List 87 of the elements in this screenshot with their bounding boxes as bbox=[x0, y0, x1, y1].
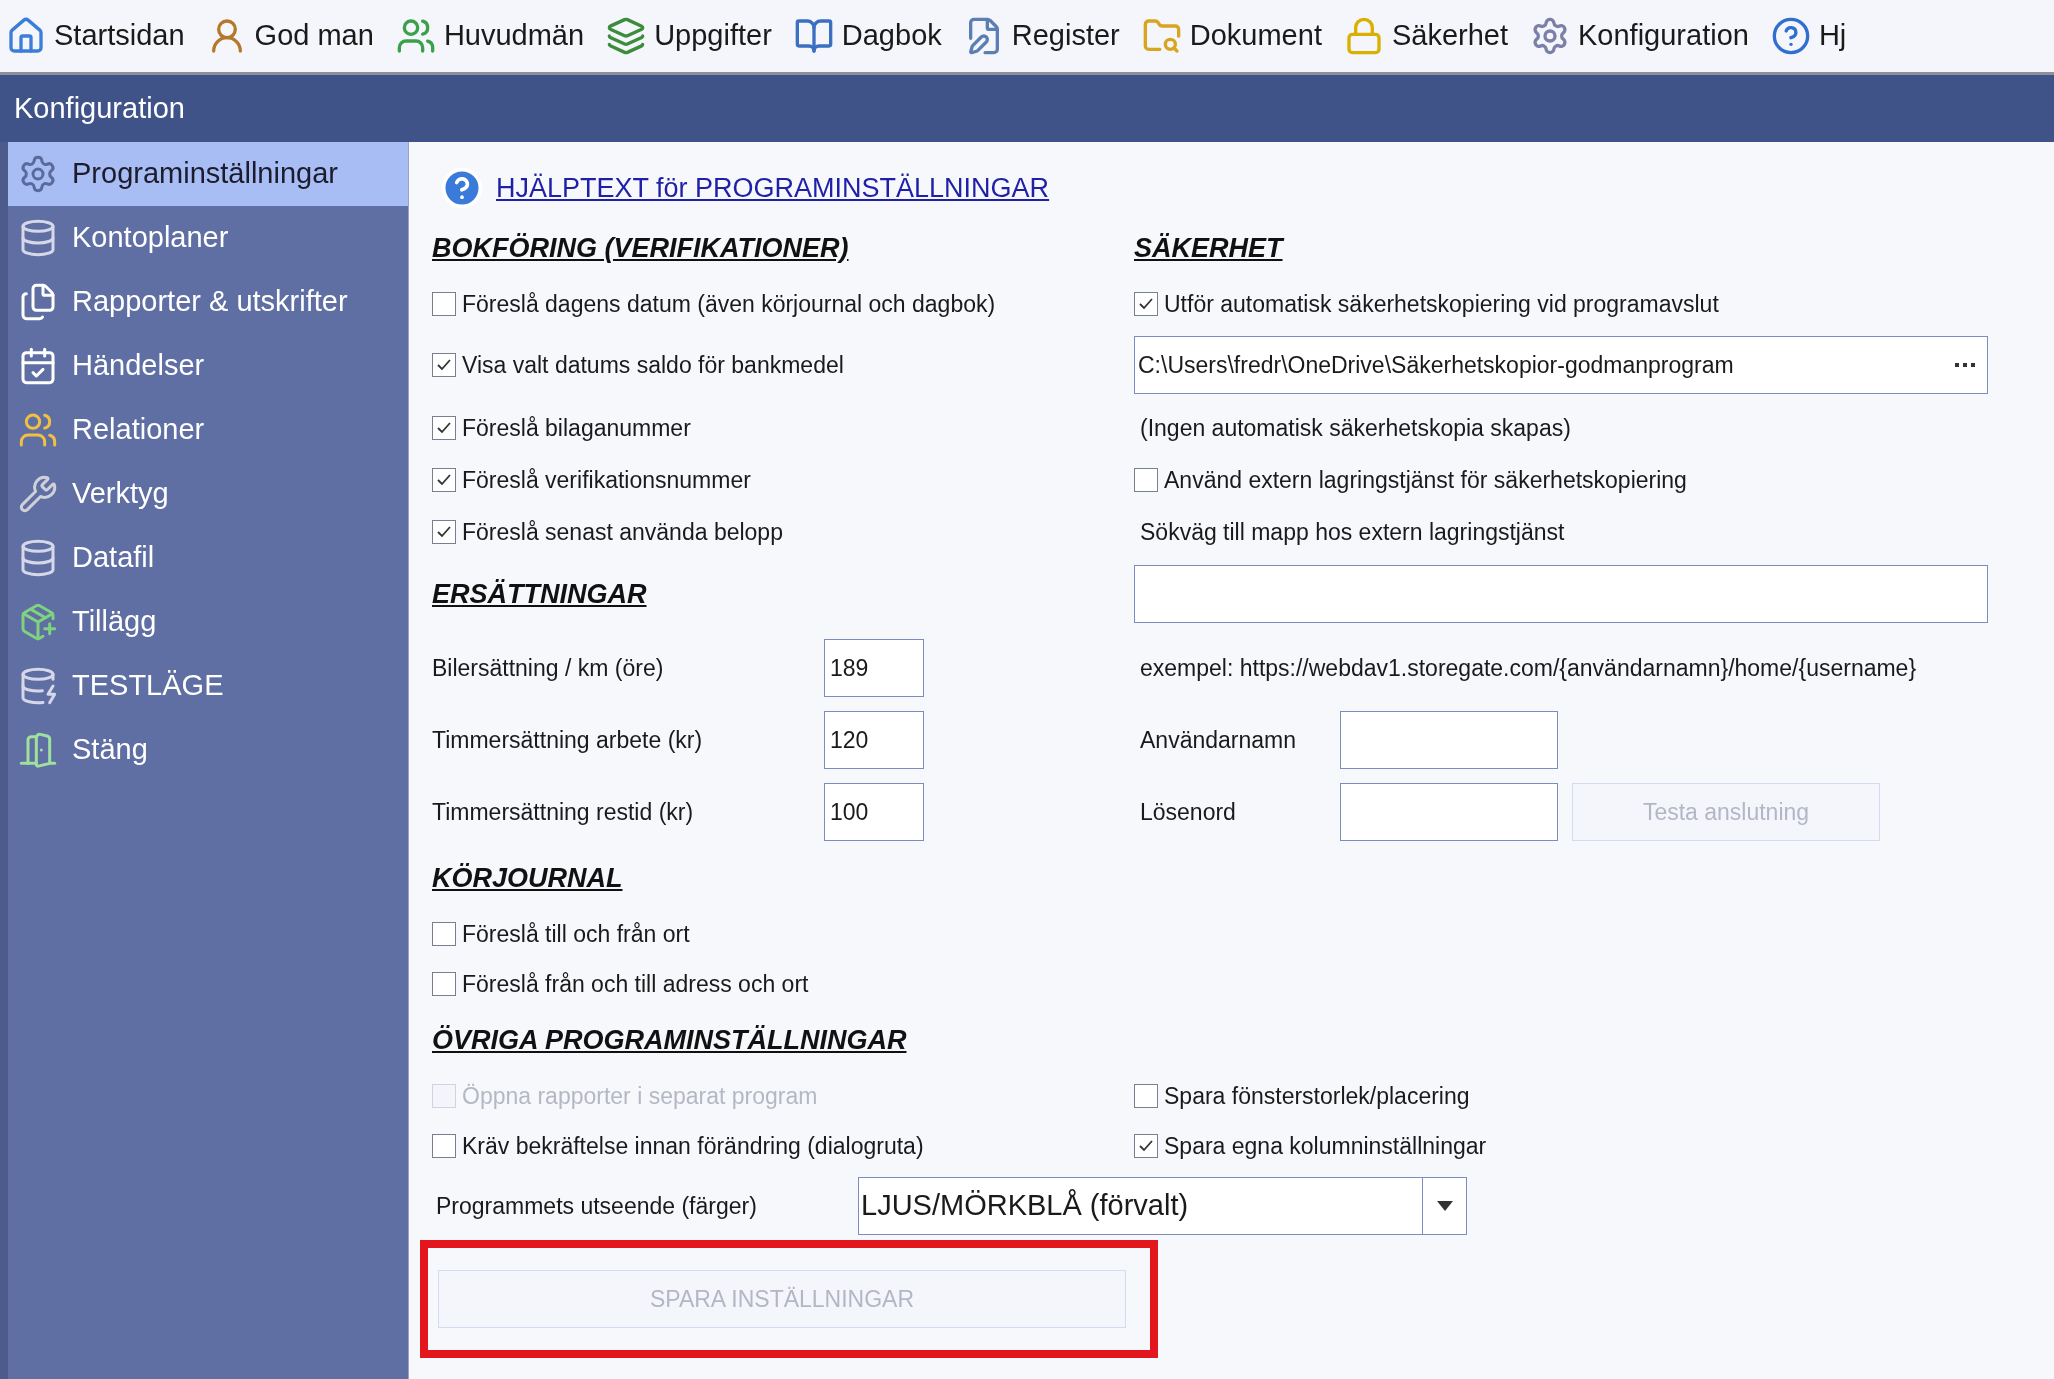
checkbox[interactable] bbox=[432, 922, 456, 946]
sidebar-item[interactable]: Programinställningar bbox=[8, 142, 408, 206]
info-text: (Ingen automatisk säkerhetskopia skapas) bbox=[1139, 413, 1571, 443]
section-heading: BOKFÖRING (VERIFIKATIONER) bbox=[432, 231, 849, 265]
sidebar-item[interactable]: Stäng bbox=[8, 718, 408, 782]
people-icon bbox=[395, 16, 436, 56]
toolbar-item[interactable]: Register bbox=[963, 14, 1120, 58]
checkbox[interactable] bbox=[432, 468, 456, 492]
toolbar-item[interactable]: Dokument bbox=[1141, 14, 1322, 58]
checkbox-label: Föreslå dagens datum (även körjournal och dagbok) bbox=[462, 289, 996, 319]
checkbox[interactable] bbox=[1134, 1084, 1158, 1108]
checkbox[interactable] bbox=[1134, 468, 1158, 492]
checkbox-label: Visa valt datums saldo för bankmedel bbox=[462, 350, 844, 380]
checkbox-label: Spara egna kolumninställningar bbox=[1164, 1131, 1487, 1161]
sidebar-item[interactable]: TESTLÄGE bbox=[8, 654, 408, 718]
checkbox-label: Föreslå till och från ort bbox=[462, 919, 690, 949]
toolbar-item[interactable]: Startsidan bbox=[6, 14, 185, 58]
toolbar-item[interactable]: Huvudmän bbox=[395, 14, 585, 58]
gear-icon bbox=[18, 154, 58, 194]
field-label: Timmersättning restid (kr) bbox=[432, 797, 695, 827]
field-label: Användarnamn bbox=[1139, 725, 1297, 755]
checkbox[interactable] bbox=[432, 520, 456, 544]
text-field[interactable] bbox=[1340, 711, 1558, 769]
text-field[interactable] bbox=[1134, 565, 1988, 623]
text-field[interactable] bbox=[1340, 783, 1558, 841]
sidebar-item[interactable]: Verktyg bbox=[8, 462, 408, 526]
section-heading: SÄKERHET bbox=[1134, 231, 1283, 265]
section-heading: ERSÄTTNINGAR bbox=[432, 577, 647, 611]
check-icon bbox=[436, 524, 452, 540]
sidebar-item[interactable]: Kontoplaner bbox=[8, 206, 408, 270]
path-field[interactable]: C:\Users\fredr\OneDrive\Säkerhetskopior-godmanprogram bbox=[1134, 336, 1988, 394]
checkbox[interactable] bbox=[432, 292, 456, 316]
sidebar-item[interactable]: Tillägg bbox=[8, 590, 408, 654]
checkbox-label: Föreslå verifikationsnummer bbox=[462, 465, 751, 495]
checkbox-label: Föreslå bilaganummer bbox=[462, 413, 691, 443]
number-field[interactable]: 120 bbox=[824, 711, 924, 769]
sidebar-item[interactable]: Rapporter & utskrifter bbox=[8, 270, 408, 334]
dropdown-arrow-icon bbox=[1436, 1201, 1453, 1211]
checkbox-label: Öppna rapporter i separat program bbox=[462, 1081, 818, 1111]
wrench-icon bbox=[18, 474, 58, 514]
field-label: Programmets utseende (färger) bbox=[435, 1191, 758, 1221]
theme-dropdown[interactable]: LJUS/MÖRKBLÅ (förvalt) bbox=[858, 1177, 1467, 1235]
checkbox[interactable] bbox=[432, 416, 456, 440]
check-icon bbox=[436, 420, 452, 436]
check-icon bbox=[1138, 296, 1154, 312]
toolbar-item[interactable]: God man bbox=[206, 14, 374, 58]
section-heading: KÖRJOURNAL bbox=[432, 861, 623, 895]
checkbox[interactable] bbox=[1134, 292, 1158, 316]
checkbox-label: Spara fönsterstorlek/placering bbox=[1164, 1081, 1470, 1111]
house-icon bbox=[6, 16, 46, 56]
field-label: Bilersättning / km (öre) bbox=[432, 653, 665, 683]
checkbox[interactable] bbox=[1134, 1134, 1158, 1158]
checkbox-label: Föreslå från och till adress och ort bbox=[462, 969, 809, 999]
help-icon bbox=[440, 166, 484, 210]
check-icon bbox=[436, 357, 452, 373]
checkbox-label: Föreslå senast använda belopp bbox=[462, 517, 783, 547]
door-icon bbox=[18, 730, 58, 770]
ellipsis-icon[interactable] bbox=[1955, 362, 1975, 368]
help-link[interactable]: HJÄLPTEXT för PROGRAMINSTÄLLNINGAR bbox=[496, 167, 1050, 209]
number-field[interactable]: 100 bbox=[824, 783, 924, 841]
check-icon bbox=[436, 472, 452, 488]
info-text: exempel: https://webdav1.storegate.com/{användarnamn}/home/{username} bbox=[1139, 653, 1917, 683]
help-icon bbox=[1770, 16, 1811, 56]
gear-icon bbox=[1530, 16, 1570, 56]
checkbox-label: Kräv bekräftelse innan förändring (dialogruta) bbox=[462, 1131, 924, 1161]
checkbox[interactable] bbox=[432, 353, 456, 377]
check-icon bbox=[1138, 1138, 1154, 1154]
sidebar-item[interactable]: Relationer bbox=[8, 398, 408, 462]
checkbox-label: Utför automatisk säkerhetskopiering vid programavslut bbox=[1164, 289, 1719, 319]
sidebar-item[interactable]: Datafil bbox=[8, 526, 408, 590]
sidebar-item[interactable]: Händelser bbox=[8, 334, 408, 398]
toolbar-item[interactable]: Konfiguration bbox=[1530, 14, 1749, 58]
toolbar-item[interactable]: Säkerhet bbox=[1343, 14, 1508, 58]
checkbox[interactable] bbox=[432, 1134, 456, 1158]
checkbox[interactable] bbox=[432, 972, 456, 996]
toolbar-item[interactable]: Dagbok bbox=[793, 14, 942, 58]
field-label: Lösenord bbox=[1139, 797, 1237, 827]
info-text: Sökväg till mapp hos extern lagringstjänst bbox=[1139, 517, 1565, 547]
field-label: Timmersättning arbete (kr) bbox=[432, 725, 704, 755]
checkbox-label: Använd extern lagringstjänst för säkerhetskopiering bbox=[1164, 465, 1687, 495]
page-title: Konfiguration bbox=[14, 90, 185, 126]
number-field[interactable]: 189 bbox=[824, 639, 924, 697]
folder-magnifier-icon bbox=[1141, 16, 1182, 56]
toolbar-item[interactable]: Hj bbox=[1770, 14, 1847, 58]
books-icon bbox=[606, 16, 647, 56]
toolbar-item[interactable]: Uppgifter bbox=[606, 14, 772, 58]
section-heading: ÖVRIGA PROGRAMINSTÄLLNINGAR bbox=[432, 1023, 907, 1057]
